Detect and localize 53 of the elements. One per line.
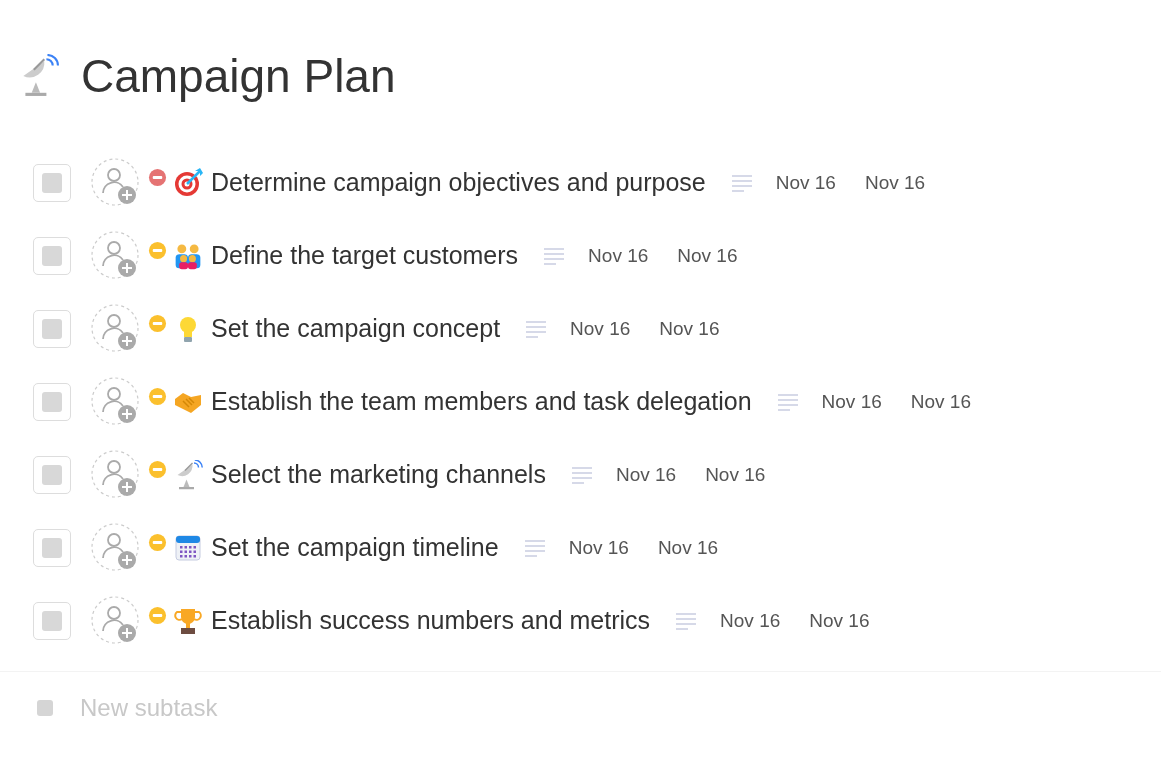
page-title: Campaign Plan xyxy=(81,49,396,103)
description-icon xyxy=(729,172,754,193)
add-assignee-icon[interactable] xyxy=(90,594,142,647)
task-name[interactable]: Define the target customers xyxy=(211,241,519,270)
due-date[interactable]: Nov 16 xyxy=(864,171,926,194)
start-date[interactable]: Nov 16 xyxy=(775,171,836,194)
add-assignee-icon[interactable] xyxy=(90,521,142,574)
task-checkbox[interactable] xyxy=(33,455,71,494)
start-date[interactable]: Nov 16 xyxy=(615,463,677,486)
task-checkbox[interactable] xyxy=(33,528,71,567)
task-checkbox[interactable] xyxy=(33,236,71,275)
priority-icon[interactable] xyxy=(148,314,167,333)
description-icon xyxy=(569,464,594,485)
add-assignee-icon[interactable] xyxy=(90,229,142,282)
description-icon xyxy=(674,610,699,631)
add-assignee-icon[interactable] xyxy=(90,375,142,428)
add-assignee-icon[interactable] xyxy=(90,448,142,501)
description-icon xyxy=(542,245,567,266)
task-checkbox[interactable] xyxy=(33,382,71,421)
start-date[interactable]: Nov 16 xyxy=(720,609,781,632)
task-name[interactable]: Establish success numbers and metrics xyxy=(211,606,651,635)
due-date[interactable]: Nov 16 xyxy=(677,244,738,267)
add-assignee-icon[interactable] xyxy=(90,302,142,355)
priority-icon[interactable] xyxy=(148,460,167,479)
start-date[interactable]: Nov 16 xyxy=(568,536,629,559)
priority-icon[interactable] xyxy=(148,533,167,552)
task-name[interactable]: Establish the team members and task delegation xyxy=(211,387,752,416)
task-checkbox[interactable] xyxy=(33,309,71,348)
priority-icon[interactable] xyxy=(148,606,167,625)
start-date[interactable]: Nov 16 xyxy=(570,317,631,340)
due-date[interactable]: Nov 16 xyxy=(910,390,971,413)
due-date[interactable]: Nov 16 xyxy=(809,609,870,632)
task-name[interactable]: Set the campaign concept xyxy=(211,314,501,343)
priority-icon[interactable] xyxy=(148,387,167,406)
add-assignee-icon[interactable] xyxy=(90,156,142,209)
task-name[interactable]: Determine campaign objectives and purpose xyxy=(211,168,706,197)
target-icon xyxy=(173,167,203,198)
description-icon xyxy=(524,318,549,339)
task-name[interactable]: Select the marketing channels xyxy=(211,460,546,489)
subtask-checkbox-icon xyxy=(37,700,53,716)
task-name[interactable]: Set the campaign timeline xyxy=(211,533,499,562)
due-date[interactable]: Nov 16 xyxy=(657,536,719,559)
start-date[interactable]: Nov 16 xyxy=(588,244,649,267)
task-checkbox[interactable] xyxy=(33,163,71,202)
priority-icon[interactable] xyxy=(148,168,167,187)
start-date[interactable]: Nov 16 xyxy=(821,390,882,413)
description-icon xyxy=(775,391,800,412)
task-checkbox[interactable] xyxy=(33,601,71,640)
calendar-icon xyxy=(173,532,203,563)
due-date[interactable]: Nov 16 xyxy=(705,463,766,486)
description-icon xyxy=(522,537,547,558)
due-date[interactable]: Nov 16 xyxy=(659,317,720,340)
priority-icon[interactable] xyxy=(148,241,167,260)
